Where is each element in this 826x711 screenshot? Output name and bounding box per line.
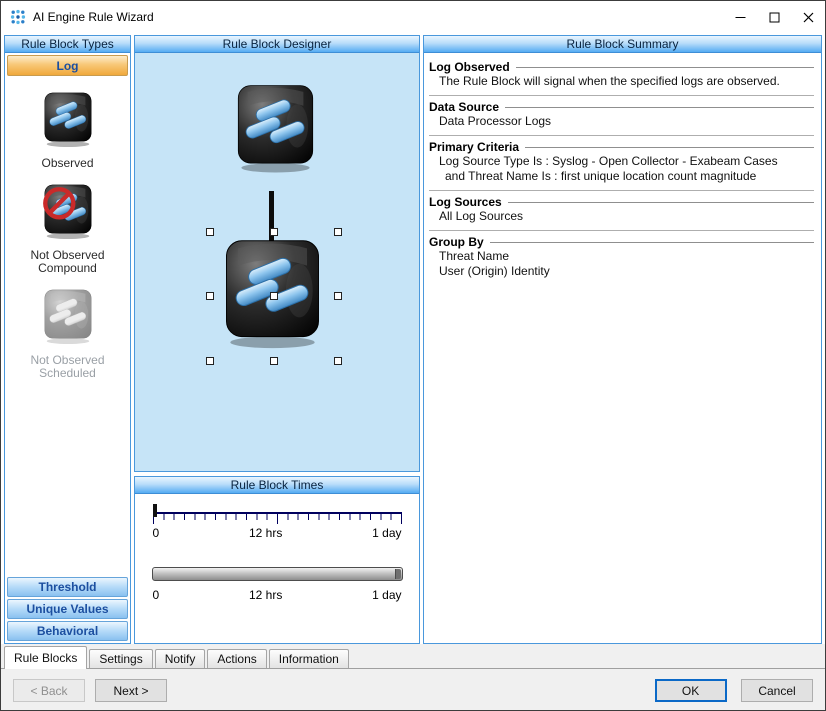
selection-handle[interactable]: [270, 292, 278, 300]
ruler-label-0: 0: [152, 526, 160, 540]
selection-handle[interactable]: [334, 292, 342, 300]
tab-notify[interactable]: Notify: [154, 649, 206, 668]
log-type-tab[interactable]: Log: [7, 55, 128, 76]
rule-block-times-panel: Rule Block Times 0 12 hrs 1 day 0 12 hrs…: [134, 476, 420, 644]
ruler-ticks-major: [152, 514, 402, 524]
block-type-observed[interactable]: Observed: [5, 90, 130, 170]
rule-block-types-header: Rule Block Types: [5, 36, 130, 53]
summary-section-title: Group By: [429, 235, 814, 249]
summary-line: Data Processor Logs: [439, 114, 552, 128]
observed-cube-icon: [39, 90, 97, 148]
summary-line: All Log Sources: [439, 209, 524, 223]
close-icon: [803, 12, 813, 22]
section-separator: [429, 95, 814, 96]
summary-body: Log Observed The Rule Block will signal …: [424, 53, 821, 643]
maximize-icon: [769, 12, 779, 22]
selection-handle[interactable]: [334, 357, 342, 365]
time-range-slider[interactable]: [151, 567, 403, 581]
section-separator: [429, 230, 814, 231]
rule-block-cube-top[interactable]: [229, 81, 322, 174]
block-type-label: Observed: [41, 156, 94, 170]
minimize-icon: [735, 16, 745, 18]
selection-handle[interactable]: [206, 357, 214, 365]
main-area: Rule Block Types Log Observed Not Observ…: [1, 33, 825, 644]
selection-handle[interactable]: [270, 357, 278, 365]
tab-information[interactable]: Information: [268, 649, 349, 668]
footer-right-buttons: OK Cancel: [654, 679, 813, 702]
summary-line: The Rule Block will signal when the spec…: [439, 74, 780, 88]
ai-engine-rule-wizard-window: AI Engine Rule Wizard Rule Block Types L…: [0, 0, 826, 711]
minimize-button[interactable]: [723, 2, 757, 33]
summary-line: Log Source Type Is : Syslog - Open Colle…: [439, 154, 778, 168]
not-observed-scheduled-icon: [39, 287, 97, 345]
summary-section-title: Log Sources: [429, 195, 814, 209]
ruler-scale-labels: 0 12 hrs 1 day: [153, 526, 402, 540]
summary-line: Threat Name: [439, 249, 510, 263]
center-column: Rule Block Designer Rule Block Times 0 1…: [134, 35, 420, 644]
summary-section-title: Primary Criteria: [429, 140, 814, 154]
tab-actions[interactable]: Actions: [207, 649, 267, 668]
slider-label-1day: 1 day: [372, 588, 402, 602]
wizard-tabstrip: Rule Blocks Settings Notify Actions Info…: [1, 644, 825, 669]
rule-block-summary-panel: Rule Block Summary Log Observed The Rule…: [423, 35, 822, 644]
tab-threshold[interactable]: Threshold: [7, 577, 128, 597]
cancel-button[interactable]: Cancel: [741, 679, 813, 702]
summary-section-title: Log Observed: [429, 60, 814, 74]
summary-section-title: Data Source: [429, 100, 814, 114]
rule-block-designer-header: Rule Block Designer: [135, 36, 419, 53]
rule-block-summary-header: Rule Block Summary: [424, 36, 821, 53]
ruler-label-12hrs: 12 hrs: [248, 526, 283, 540]
designer-canvas[interactable]: [135, 53, 419, 471]
ruler-thumb[interactable]: [152, 504, 157, 517]
selection-handle[interactable]: [206, 228, 214, 236]
slider-scale-labels: 0 12 hrs 1 day: [153, 588, 402, 602]
selection-handle[interactable]: [334, 228, 342, 236]
maximize-button[interactable]: [757, 2, 791, 33]
window-title: AI Engine Rule Wizard: [33, 10, 154, 24]
selection-handle[interactable]: [206, 292, 214, 300]
titlebar: AI Engine Rule Wizard: [1, 1, 825, 33]
rule-block-times-body: 0 12 hrs 1 day 0 12 hrs 1 day: [135, 494, 419, 643]
app-icon: [10, 9, 26, 25]
block-type-not-observed-compound[interactable]: Not Observed Compound: [5, 182, 130, 275]
rule-block-times-header: Rule Block Times: [135, 477, 419, 494]
back-button[interactable]: < Back: [13, 679, 85, 702]
rule-block-designer-panel: Rule Block Designer: [134, 35, 420, 472]
slider-label-12hrs: 12 hrs: [248, 588, 283, 602]
slider-label-0: 0: [152, 588, 160, 602]
ok-button[interactable]: OK: [654, 679, 727, 702]
not-observed-compound-icon: [39, 182, 97, 240]
block-type-label: Not Observed Scheduled: [30, 353, 105, 380]
rule-block-types-panel: Rule Block Types Log Observed Not Observ…: [4, 35, 131, 644]
slider-range-bar[interactable]: [151, 567, 403, 581]
tab-behavioral[interactable]: Behavioral: [7, 621, 128, 641]
selection-handle[interactable]: [270, 228, 278, 236]
section-separator: [429, 135, 814, 136]
ruler-label-1day: 1 day: [372, 526, 402, 540]
block-type-not-observed-scheduled: Not Observed Scheduled: [5, 287, 130, 380]
tab-settings[interactable]: Settings: [89, 649, 153, 668]
time-ruler[interactable]: [152, 504, 402, 524]
summary-line: and Threat Name Is : first unique locati…: [445, 169, 757, 183]
footer: < Back Next > OK Cancel: [1, 669, 825, 710]
section-separator: [429, 190, 814, 191]
left-panel-spacer: [5, 380, 130, 576]
tab-rule-blocks[interactable]: Rule Blocks: [4, 646, 88, 669]
close-button[interactable]: [791, 2, 825, 33]
block-type-label: Not Observed Compound: [30, 248, 105, 275]
tab-unique-values[interactable]: Unique Values: [7, 599, 128, 619]
next-button[interactable]: Next >: [95, 679, 167, 702]
summary-line: User (Origin) Identity: [439, 264, 550, 278]
